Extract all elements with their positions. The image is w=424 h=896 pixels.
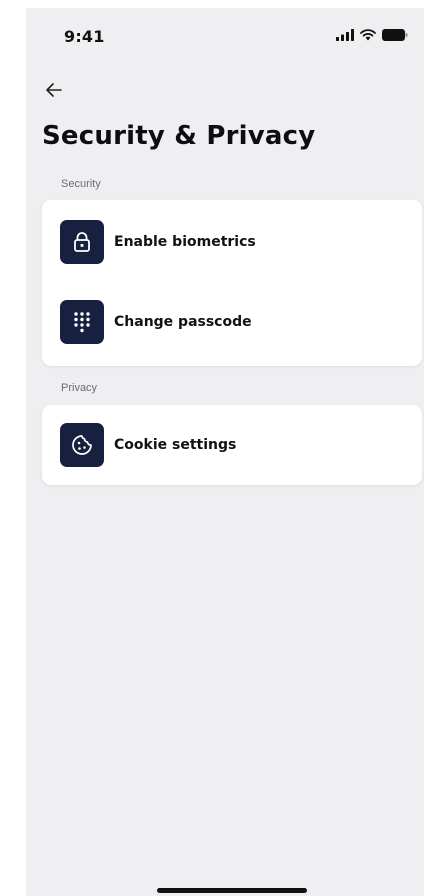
section-label-security: Security <box>61 178 101 190</box>
enable-biometrics-label: Enable biometrics <box>114 234 256 250</box>
status-bar: 9:41 <box>26 8 424 60</box>
change-passcode-label: Change passcode <box>114 314 252 330</box>
phone-screen: 9:41 Security & Privacy Security Enable … <box>26 8 424 896</box>
battery-icon <box>382 28 408 46</box>
status-icons <box>336 28 408 46</box>
cookie-settings-row[interactable]: Cookie settings <box>42 415 422 475</box>
security-card: Enable biometrics Change passcode <box>42 200 422 366</box>
keypad-icon <box>60 300 104 344</box>
enable-biometrics-row[interactable]: Enable biometrics <box>42 212 422 272</box>
arrow-left-icon <box>46 83 62 97</box>
section-label-privacy: Privacy <box>61 382 98 394</box>
back-button[interactable] <box>40 76 68 104</box>
lock-icon <box>60 220 104 264</box>
change-passcode-row[interactable]: Change passcode <box>42 292 422 352</box>
status-time: 9:41 <box>64 27 105 46</box>
wifi-icon <box>360 28 376 46</box>
cookie-icon <box>60 423 104 467</box>
signal-icon <box>336 28 354 46</box>
privacy-card: Cookie settings <box>42 405 422 485</box>
page-title: Security & Privacy <box>42 121 316 151</box>
home-indicator <box>157 888 307 893</box>
cookie-settings-label: Cookie settings <box>114 437 237 453</box>
